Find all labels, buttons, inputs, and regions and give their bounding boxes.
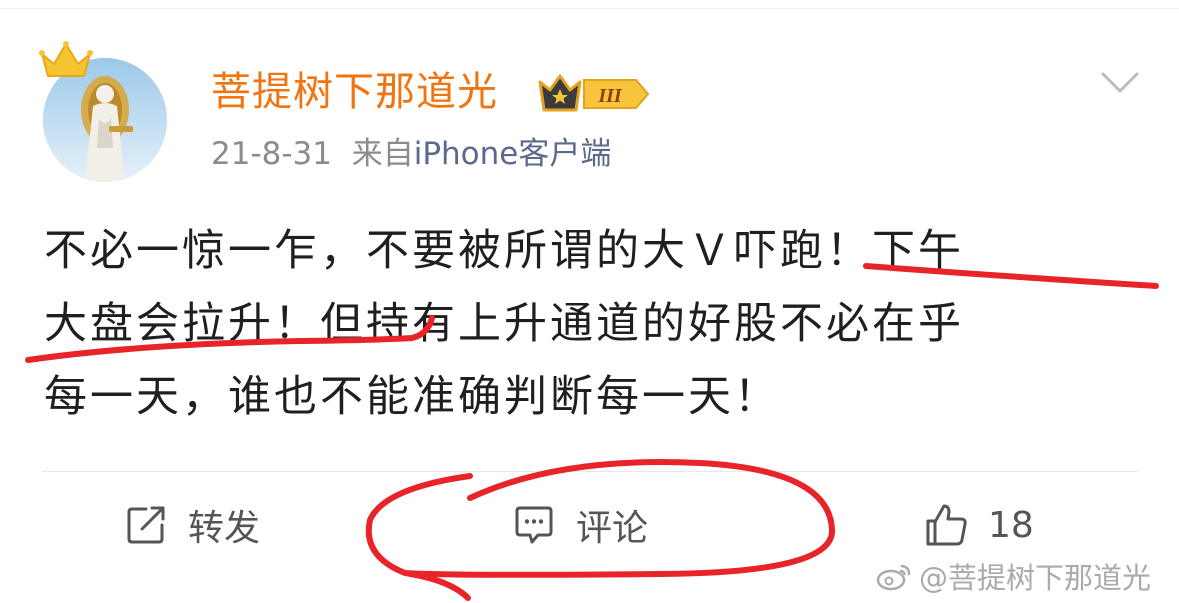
chevron-down-icon[interactable] [1100,68,1140,98]
repost-button[interactable]: 转发 [124,495,260,555]
like-button[interactable]: 18 [922,495,1034,555]
crown-icon [38,40,94,80]
repost-icon [124,503,168,547]
author-name[interactable]: 菩提树下那道光 [211,64,498,120]
post-text-line: 不必一惊一乍，不要被所谓的大Ｖ吓跑！下午 [44,226,964,276]
vip-level-label: III [597,85,623,107]
post-text-line: 大盘会拉升！但持有上升通道的好股不必在乎 [44,299,964,349]
post-timestamp: 21-8-31 [211,136,332,172]
repost-label: 转发 [188,508,261,549]
avatar-container[interactable] [38,40,173,185]
vip-crown-badge-icon[interactable]: III [536,72,652,116]
watermark: @菩提树下那道光 [875,556,1151,596]
watermark-text: @菩提树下那道光 [919,561,1152,595]
like-count: 18 [988,504,1034,546]
post-meta: 21-8-31 来自iPhone客户端 [211,130,611,178]
action-bar-divider [42,471,1138,472]
thumbs-up-icon [922,501,970,549]
comment-label: 评论 [576,508,649,549]
top-divider [0,8,1179,9]
comment-button[interactable]: 评论 [512,495,648,555]
post-body: 不必一惊一乍，不要被所谓的大Ｖ吓跑！下午 大盘会拉升！但持有上升通道的好股不必在… [44,215,1154,434]
source-prefix: 来自 [351,136,414,172]
post-text-line: 每一天，谁也不能准确判断每一天！ [44,372,780,422]
weibo-logo-icon [875,561,913,591]
post-source[interactable]: iPhone客户端 [414,136,612,172]
comment-icon [512,503,556,547]
